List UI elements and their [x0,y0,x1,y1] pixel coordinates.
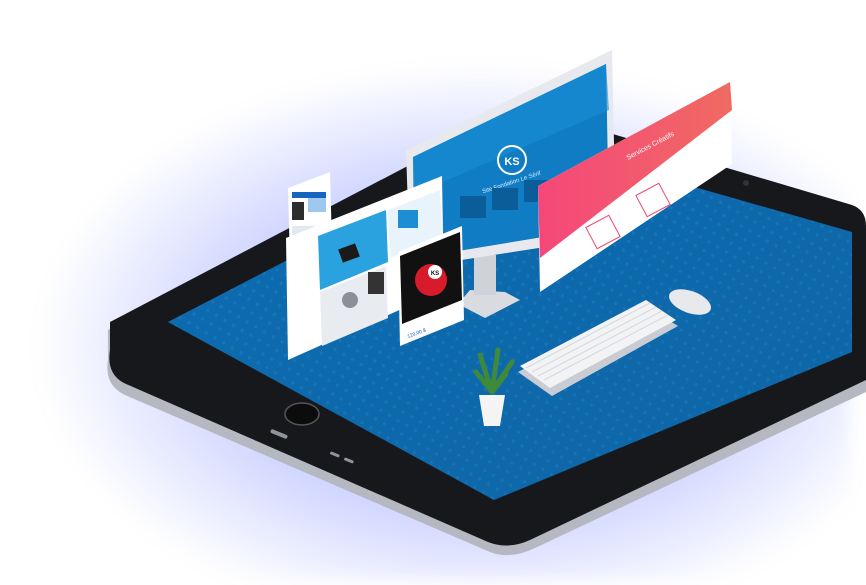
tablet-illustration: KS Site Fondation Le Sérif KS 129,00 $ S… [107,50,866,556]
monitor-logo: KS [504,156,519,168]
card-logo: KS [431,271,439,277]
home-button-icon [284,402,320,426]
tablet-scene: KS Site Fondation Le Sérif KS 129,00 $ S… [0,0,866,585]
